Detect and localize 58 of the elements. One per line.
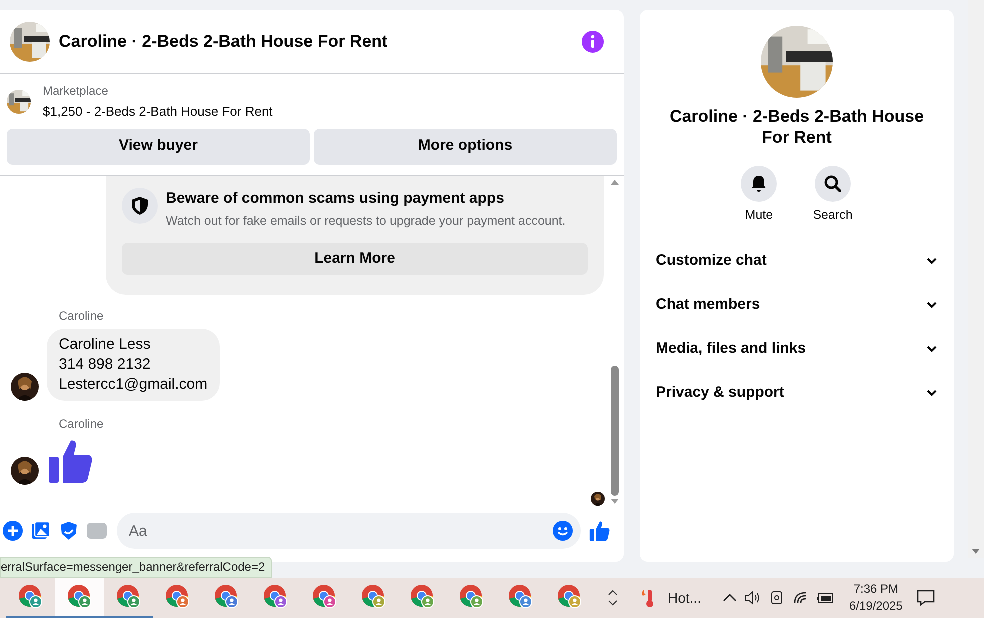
browser-icon[interactable] <box>508 584 534 610</box>
browser-icon[interactable] <box>410 584 436 610</box>
section-row[interactable]: Media, files and links <box>648 326 946 371</box>
add-icon[interactable] <box>3 521 23 541</box>
scroll-down-icon[interactable] <box>971 548 981 556</box>
thermometer-icon <box>640 588 656 608</box>
browser-icon[interactable] <box>18 584 44 610</box>
sender-name: Caroline <box>59 308 105 325</box>
message-field[interactable]: Aa <box>117 513 581 549</box>
browser-icon[interactable] <box>66 584 92 610</box>
browser-icon[interactable] <box>164 584 190 610</box>
action-label: Mute <box>745 207 774 224</box>
sender-name: Caroline <box>59 416 105 433</box>
section-row[interactable]: Customize chat <box>648 238 946 283</box>
message-line: Lestercc1@gmail.com <box>59 374 208 395</box>
chat-title: Caroline · 2-Beds 2-Bath House For Rent <box>59 30 388 53</box>
notifications-icon[interactable] <box>916 589 935 607</box>
details-title: Caroline · 2-Beds 2-Bath House For Rent <box>668 106 926 148</box>
action-button[interactable]: View buyer <box>7 128 310 164</box>
browser-icon[interactable] <box>458 584 484 610</box>
chevron-up-icon[interactable] <box>723 593 738 603</box>
message-line: Caroline Less <box>59 334 152 355</box>
section-row[interactable]: Privacy & support <box>648 370 946 415</box>
action-label: Search <box>813 207 853 224</box>
browser-icon[interactable] <box>116 584 142 610</box>
browser-icon[interactable] <box>214 584 240 610</box>
learn-more-button[interactable]: Learn More <box>122 242 588 275</box>
action-button[interactable]: More options <box>314 128 617 164</box>
browser-icon[interactable] <box>556 584 582 610</box>
browser-icon[interactable] <box>312 584 338 610</box>
chevron-up-icon[interactable] <box>608 590 618 596</box>
mute-button[interactable] <box>741 166 778 202</box>
image-icon[interactable] <box>31 521 51 541</box>
sticker-icon[interactable] <box>59 521 79 541</box>
like-button[interactable] <box>589 520 611 542</box>
page-scrollbar[interactable] <box>968 0 984 558</box>
chevron-down-icon[interactable] <box>608 600 618 606</box>
search-icon <box>822 174 843 194</box>
browser-icon[interactable] <box>262 584 288 610</box>
scroll-up-icon[interactable] <box>610 178 620 186</box>
status-url: erralSurface=messenger_banner&referralCode=2 <box>0 557 272 578</box>
notice-title: Beware of common scams using payment apps <box>166 188 506 208</box>
info-icon[interactable] <box>582 30 604 52</box>
message-line: 314 898 2132 <box>59 354 152 375</box>
section-row[interactable]: Chat members <box>648 282 946 327</box>
battery-icon[interactable] <box>817 591 836 605</box>
speaker-icon[interactable] <box>745 590 762 606</box>
notice-body: Watch out for fake emails or requests to upgrade your payment account. <box>166 213 566 230</box>
clock[interactable]: 7:36 PM 6/19/2025 <box>849 581 903 615</box>
listing-source: Marketplace <box>43 83 110 100</box>
emoji-icon[interactable] <box>553 521 573 541</box>
weather-widget[interactable]: Hot... <box>640 588 702 608</box>
search-button[interactable] <box>814 166 851 202</box>
scroll-down-icon[interactable] <box>610 498 620 506</box>
listing-title: $1,250 - 2-Beds 2-Bath House For Rent <box>43 103 273 121</box>
shield-icon <box>122 188 158 224</box>
browser-icon[interactable] <box>360 584 386 610</box>
taskbar-app[interactable] <box>55 578 104 618</box>
